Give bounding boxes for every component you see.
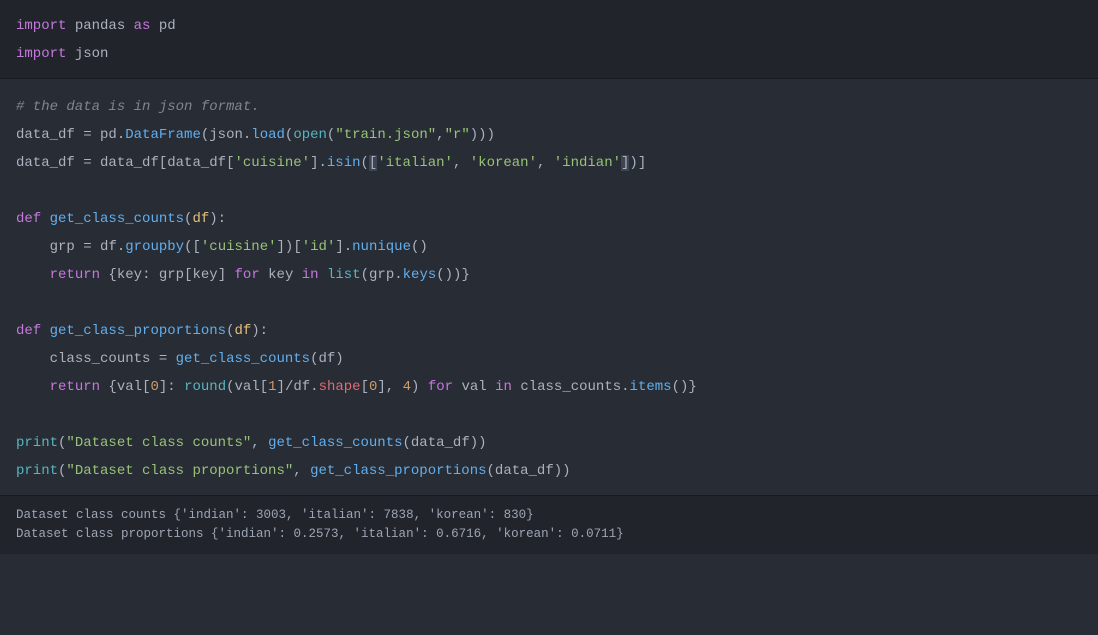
string-literal: 'cuisine': [234, 155, 310, 171]
output-line: Dataset class proportions {'indian': 0.2…: [16, 525, 1082, 544]
blank-line[interactable]: [16, 177, 1082, 205]
fn-isin: isin: [327, 155, 361, 171]
output-line: Dataset class counts {'indian': 3003, 'i…: [16, 506, 1082, 525]
blank-line[interactable]: [16, 289, 1082, 317]
fn-def-get-class-proportions: get_class_proportions: [50, 323, 226, 339]
string-literal: 'korean': [470, 155, 537, 171]
string-literal: 'indian': [554, 155, 621, 171]
code-cell-main[interactable]: # the data is in json format. data_df = …: [0, 79, 1098, 495]
param-df: df: [234, 323, 251, 339]
param-df: df: [192, 211, 209, 227]
number-literal: 4: [403, 379, 411, 395]
fn-call-get-class-counts: get_class_counts: [268, 435, 402, 451]
fn-keys: keys: [403, 267, 437, 283]
var-data-df: data_df: [16, 127, 75, 143]
code-line[interactable]: def get_class_counts(df):: [16, 205, 1082, 233]
string-literal: 'italian': [377, 155, 453, 171]
fn-call-get-class-counts: get_class_counts: [176, 351, 310, 367]
code-line[interactable]: print("Dataset class proportions", get_c…: [16, 457, 1082, 485]
code-line[interactable]: print("Dataset class counts", get_class_…: [16, 429, 1082, 457]
code-line-comment[interactable]: # the data is in json format.: [16, 93, 1082, 121]
code-line[interactable]: return {key: grp[key] for key in list(gr…: [16, 261, 1082, 289]
attr-shape: shape: [319, 379, 361, 395]
keyword-import: import: [16, 46, 66, 62]
fn-groupby: groupby: [125, 239, 184, 255]
keyword-import: import: [16, 18, 66, 34]
alias-pd: pd: [159, 18, 176, 34]
module-pandas: pandas: [75, 18, 125, 34]
fn-print: print: [16, 463, 58, 479]
fn-print: print: [16, 435, 58, 451]
output-cell[interactable]: Dataset class counts {'indian': 3003, 'i…: [0, 495, 1098, 554]
fn-def-get-class-counts: get_class_counts: [50, 211, 184, 227]
string-literal: 'cuisine': [201, 239, 277, 255]
module-json: json: [75, 46, 109, 62]
code-line[interactable]: grp = df.groupby(['cuisine'])['id'].nuni…: [16, 233, 1082, 261]
comment-text: # the data is in json format.: [16, 99, 260, 115]
var-grp: grp: [50, 239, 75, 255]
string-literal: "train.json": [335, 127, 436, 143]
string-literal: "Dataset class counts": [66, 435, 251, 451]
keyword-for: for: [235, 267, 260, 283]
code-line[interactable]: class_counts = get_class_counts(df): [16, 345, 1082, 373]
fn-round: round: [184, 379, 226, 395]
fn-list: list: [327, 267, 361, 283]
number-literal: 0: [150, 379, 158, 395]
var-data-df: data_df: [16, 155, 75, 171]
string-literal: "Dataset class proportions": [66, 463, 293, 479]
fn-dataframe: DataFrame: [125, 127, 201, 143]
blank-line[interactable]: [16, 401, 1082, 429]
keyword-as: as: [134, 18, 151, 34]
code-line[interactable]: data_df = data_df[data_df['cuisine'].isi…: [16, 149, 1082, 177]
var-class-counts: class_counts: [50, 351, 151, 367]
keyword-def: def: [16, 323, 41, 339]
code-line[interactable]: import pandas as pd: [16, 12, 1082, 40]
fn-load: load: [251, 127, 285, 143]
fn-call-get-class-proportions: get_class_proportions: [310, 463, 486, 479]
fn-open: open: [293, 127, 327, 143]
code-line[interactable]: return {val[0]: round(val[1]/df.shape[0]…: [16, 373, 1082, 401]
number-literal: 1: [268, 379, 276, 395]
fn-items: items: [630, 379, 672, 395]
string-literal: "r": [445, 127, 470, 143]
code-line[interactable]: def get_class_proportions(df):: [16, 317, 1082, 345]
keyword-in: in: [302, 267, 319, 283]
string-literal: 'id': [302, 239, 336, 255]
code-cell-imports[interactable]: import pandas as pd import json: [0, 0, 1098, 79]
code-line[interactable]: data_df = pd.DataFrame(json.load(open("t…: [16, 121, 1082, 149]
keyword-return: return: [50, 267, 100, 283]
keyword-def: def: [16, 211, 41, 227]
code-line[interactable]: import json: [16, 40, 1082, 68]
keyword-return: return: [50, 379, 100, 395]
keyword-in: in: [495, 379, 512, 395]
keyword-for: for: [428, 379, 453, 395]
fn-nunique: nunique: [352, 239, 411, 255]
